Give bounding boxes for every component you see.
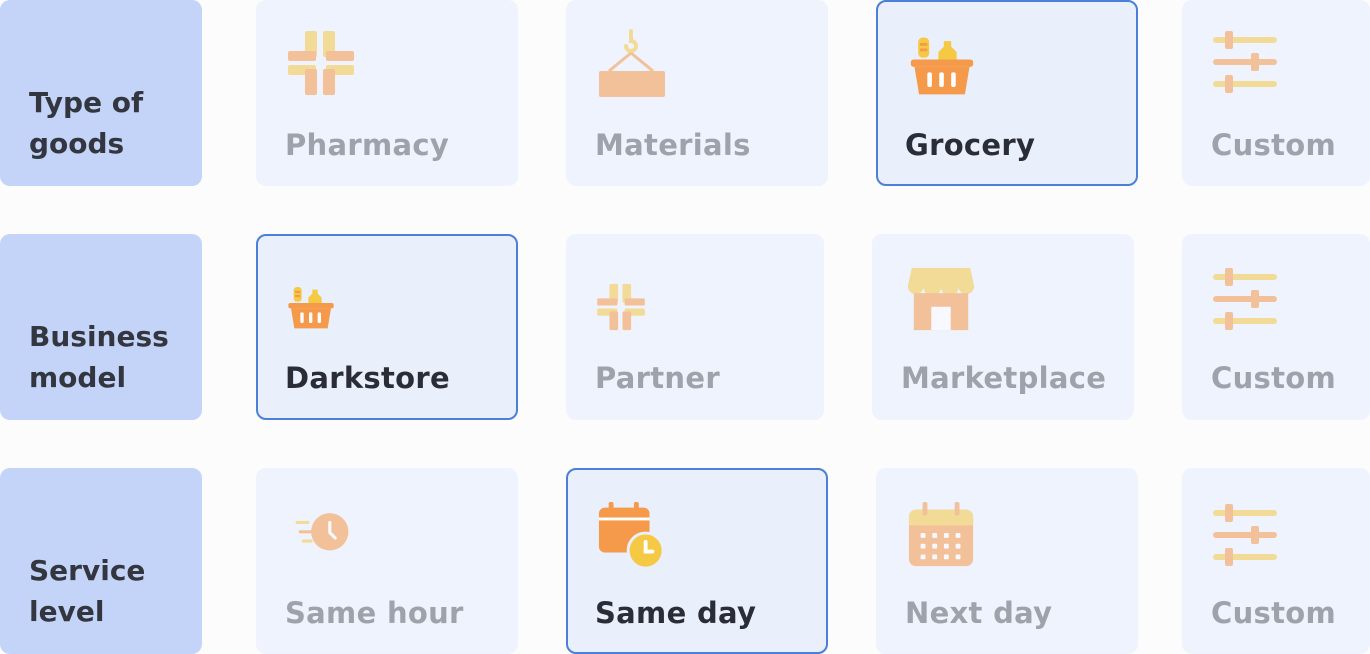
row-label-type-of-goods: Type of goods bbox=[0, 0, 202, 186]
option-card-same-day[interactable]: Same day bbox=[566, 468, 828, 654]
option-label: Same hour bbox=[285, 596, 464, 630]
option-label: Next day bbox=[905, 596, 1053, 630]
calendar-grid-icon bbox=[908, 501, 974, 567]
option-card-materials[interactable]: Materials bbox=[566, 0, 828, 186]
option-label: Pharmacy bbox=[285, 128, 450, 162]
option-card-partner[interactable]: Partner bbox=[566, 234, 824, 420]
option-label: Partner bbox=[595, 361, 720, 395]
option-card-marketplace[interactable]: Marketplace bbox=[872, 234, 1134, 420]
option-card-custom[interactable]: Custom bbox=[1182, 234, 1370, 420]
row-label-business-model: Business model bbox=[0, 234, 202, 420]
row-label-text: Service level bbox=[29, 554, 146, 628]
option-card-custom[interactable]: Custom bbox=[1182, 0, 1370, 186]
option-card-grocery[interactable]: Grocery bbox=[876, 0, 1138, 186]
option-card-next-day[interactable]: Next day bbox=[876, 468, 1138, 654]
sliders-icon bbox=[1213, 268, 1277, 330]
option-label: Custom bbox=[1211, 128, 1336, 162]
option-label: Custom bbox=[1211, 596, 1336, 630]
calendar-clock-icon bbox=[598, 501, 665, 570]
option-label: Same day bbox=[595, 596, 757, 630]
row-label-service-level: Service level bbox=[0, 468, 202, 654]
pharmacy-cross-icon bbox=[597, 283, 645, 331]
option-grid: Type of goods Pharmacy Materials Grocery… bbox=[0, 0, 1370, 654]
fast-clock-icon bbox=[295, 513, 349, 551]
row-label-text: Business model bbox=[29, 320, 169, 394]
option-label: Grocery bbox=[905, 128, 1036, 162]
option-card-pharmacy[interactable]: Pharmacy bbox=[256, 0, 518, 186]
option-card-darkstore[interactable]: Darkstore bbox=[256, 234, 518, 420]
option-label: Materials bbox=[595, 128, 751, 162]
option-card-same-hour[interactable]: Same hour bbox=[256, 468, 518, 654]
grocery-basket-icon bbox=[288, 287, 334, 329]
option-label: Custom bbox=[1211, 361, 1336, 395]
sliders-icon bbox=[1213, 504, 1277, 566]
option-label: Marketplace bbox=[901, 361, 1107, 395]
option-card-custom[interactable]: Custom bbox=[1182, 468, 1370, 654]
grocery-basket-icon bbox=[910, 37, 974, 95]
pharmacy-cross-icon bbox=[288, 31, 354, 95]
row-label-text: Type of goods bbox=[29, 86, 144, 160]
storefront-icon bbox=[907, 267, 975, 331]
option-label: Darkstore bbox=[285, 361, 450, 395]
crane-hook-icon bbox=[599, 29, 665, 97]
sliders-icon bbox=[1213, 31, 1277, 93]
